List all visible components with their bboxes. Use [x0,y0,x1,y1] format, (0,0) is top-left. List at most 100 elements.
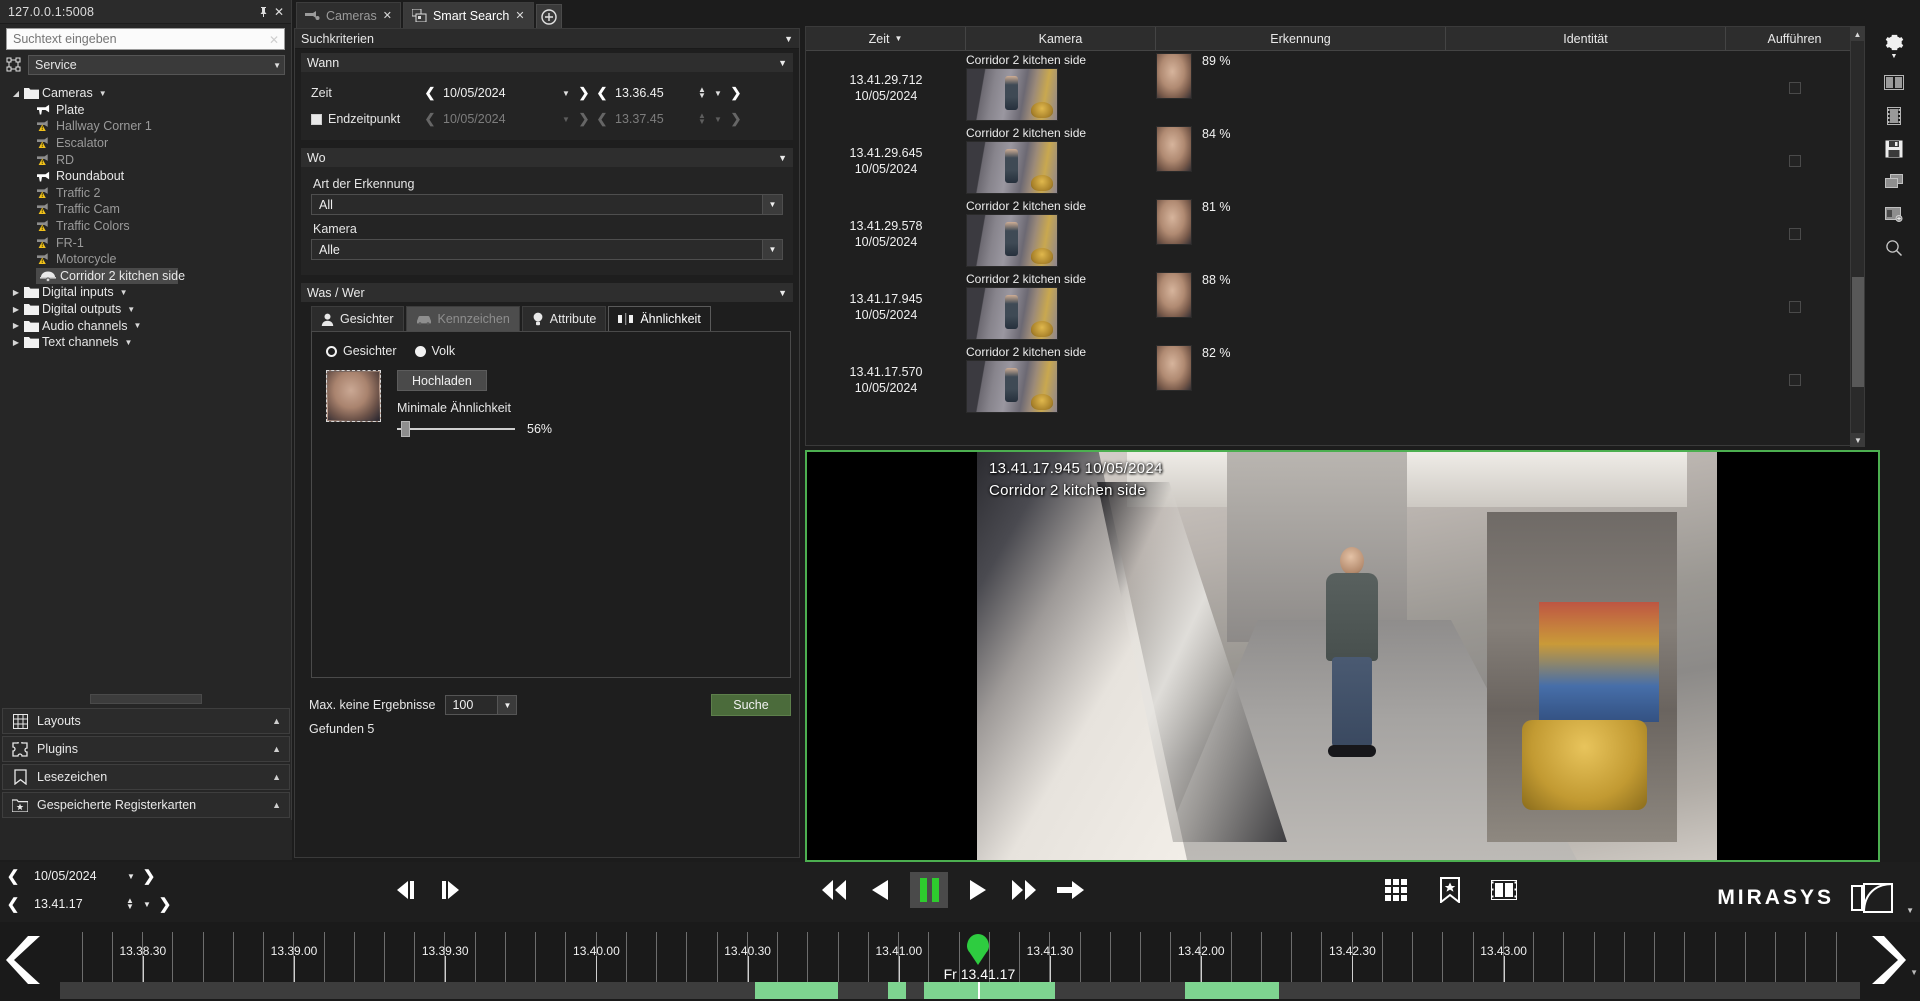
time-dropdown-icon[interactable]: ▼ [138,900,156,909]
row-list-checkbox[interactable] [1789,374,1801,386]
tree-item-traffic-2[interactable]: Traffic 2 [0,185,291,202]
profile-select[interactable]: Service ▼ [28,55,285,75]
accordion-gespeicherte-registerkarten[interactable]: Gespeicherte Registerkarten▲ [2,792,290,818]
row-face-thumbnail[interactable] [1156,272,1192,318]
column-header-erkennung[interactable]: Erkennung [1156,27,1446,50]
results-table-body[interactable]: 13.41.29.71210/05/2024Corridor 2 kitchen… [806,51,1864,445]
search-input[interactable] [6,28,285,50]
chevron-down-icon[interactable]: ▼ [120,288,128,297]
tab-smart-search-close-icon[interactable]: ✕ [515,9,524,22]
end-date-prev-button[interactable]: ❮ [421,111,439,127]
chevron-down-icon[interactable]: ▼ [127,305,135,314]
timeline-options-icon[interactable]: ▼ [1910,968,1918,977]
tree-item-digital-outputs[interactable]: ▶Digital outputs▼ [0,301,291,318]
table-row[interactable]: 13.41.17.94510/05/2024Corridor 2 kitchen… [806,270,1864,343]
whatwho-group-header[interactable]: Was / Wer ▼ [301,283,793,302]
start-date-next-button[interactable]: ❯ [575,85,593,101]
add-window-icon[interactable] [1868,198,1920,231]
chevron-up-icon[interactable]: ▲ [272,744,281,754]
time-prev-button[interactable]: ❮ [4,895,22,913]
row-list-checkbox[interactable] [1789,228,1801,240]
timeline-next-button[interactable] [1860,934,1906,986]
tree-item-rd[interactable]: RD [0,151,291,168]
end-clock-next-button[interactable]: ❯ [727,111,745,127]
table-row[interactable]: 13.41.29.57810/05/2024Corridor 2 kitchen… [806,197,1864,270]
start-clock-prev-button[interactable]: ❮ [593,85,611,101]
upload-button[interactable]: Hochladen [397,370,487,391]
row-face-thumbnail[interactable] [1156,53,1192,99]
table-row[interactable]: 13.41.29.71210/05/2024Corridor 2 kitchen… [806,51,1864,124]
filmstrip-view-icon[interactable] [1488,874,1520,906]
tab-smart-search[interactable]: Smart Search ✕ [403,2,534,28]
start-clock-next-button[interactable]: ❯ [727,85,745,101]
max-results-select[interactable]: 100 ▼ [445,695,517,715]
start-time-dropdown-icon[interactable]: ▼ [709,89,727,98]
end-date-value[interactable]: 10/05/2024 [439,112,557,126]
timeline-recording-segment[interactable] [755,982,838,999]
row-face-thumbnail[interactable] [1156,345,1192,391]
camera-select[interactable]: Alle ▼ [311,239,783,260]
tree-item-motorcycle[interactable]: Motorcycle [0,251,291,268]
end-time-value[interactable]: 13.37.45 [611,112,695,126]
accordion-lesezeichen[interactable]: Lesezeichen▲ [2,764,290,790]
accordion-layouts[interactable]: Layouts▲ [2,708,290,734]
timeline-bar[interactable] [60,982,1860,999]
start-date-prev-button[interactable]: ❮ [421,85,439,101]
end-date-calendar-icon[interactable]: ▼ [557,115,575,124]
time-next-button[interactable]: ❯ [156,895,174,913]
date-prev-button[interactable]: ❮ [4,867,22,885]
tree-item-escalator[interactable]: Escalator [0,135,291,152]
timeline-recording-segment[interactable] [924,982,1055,999]
tree-item-traffic-cam[interactable]: Traffic Cam [0,201,291,218]
step-forward-frame-icon[interactable] [434,874,466,906]
panel-resize-handle[interactable] [90,694,202,704]
current-date-value[interactable]: 10/05/2024 [22,869,122,883]
tree-expander[interactable]: ▶ [10,338,22,347]
when-group-header[interactable]: Wann ▼ [301,53,793,72]
windows-icon[interactable] [1868,165,1920,198]
timeline-prev-button[interactable] [6,934,52,986]
chevron-up-icon[interactable]: ▲ [272,716,281,726]
tree-item-hallway-corner-1[interactable]: Hallway Corner 1 [0,118,291,135]
tree-expander[interactable]: ▶ [10,321,22,330]
end-time-spinner[interactable]: ▲▼ [695,113,709,125]
step-back-frame-icon[interactable] [392,874,424,906]
date-next-button[interactable]: ❯ [140,867,158,885]
tree-item-digital-inputs[interactable]: ▶Digital inputs▼ [0,284,291,301]
bookmark-icon[interactable] [1434,874,1466,906]
play-icon[interactable] [962,874,994,906]
rewind-fast-icon[interactable] [818,874,850,906]
tree-expander[interactable]: ▶ [10,305,22,314]
detection-type-select[interactable]: All ▼ [311,194,783,215]
column-header-auffuehren[interactable]: Aufführen [1726,27,1864,50]
row-scene-thumbnail[interactable] [966,360,1058,413]
scrollbar-thumb[interactable] [1852,277,1864,387]
timeline-track[interactable]: 13.38.3013.39.0013.39.3013.40.0013.40.30… [60,922,1860,1001]
gear-icon[interactable]: ▼ [1868,26,1920,66]
magnifier-icon[interactable] [1868,231,1920,264]
start-time-spinner[interactable]: ▲▼ [695,87,709,99]
video-player[interactable]: 13.41.17.945 10/05/2024 Corridor 2 kitch… [805,450,1880,862]
tree-item-roundabout[interactable]: Roundabout [0,168,291,185]
chevron-down-icon[interactable]: ▼ [133,321,141,330]
column-header-identitaet[interactable]: Identität [1446,27,1726,50]
tab-attributes[interactable]: Attribute [522,306,607,331]
grid-view-icon[interactable] [1380,874,1412,906]
start-date-calendar-icon[interactable]: ▼ [557,89,575,98]
tree-item-corridor-2-kitchen-side[interactable]: Corridor 2 kitchen side [36,268,178,285]
close-icon[interactable]: ✕ [271,4,287,20]
timeline-cursor[interactable] [978,982,980,999]
tab-similarity[interactable]: Ähnlichkeit [608,306,710,331]
date-calendar-icon[interactable]: ▼ [122,872,140,881]
clear-search-icon[interactable]: ✕ [269,33,279,47]
start-time-value[interactable]: 13.36.45 [611,86,695,100]
timeline-position-marker[interactable] [967,934,989,964]
row-scene-thumbnail[interactable] [966,214,1058,267]
end-date-next-button[interactable]: ❯ [575,111,593,127]
tree-item-fr-1[interactable]: FR-1 [0,234,291,251]
accordion-plugins[interactable]: Plugins▲ [2,736,290,762]
radio-people[interactable]: Volk [415,344,456,358]
layout-icon[interactable] [1868,66,1920,99]
pause-icon[interactable] [910,872,948,908]
search-button[interactable]: Suche [711,694,791,716]
